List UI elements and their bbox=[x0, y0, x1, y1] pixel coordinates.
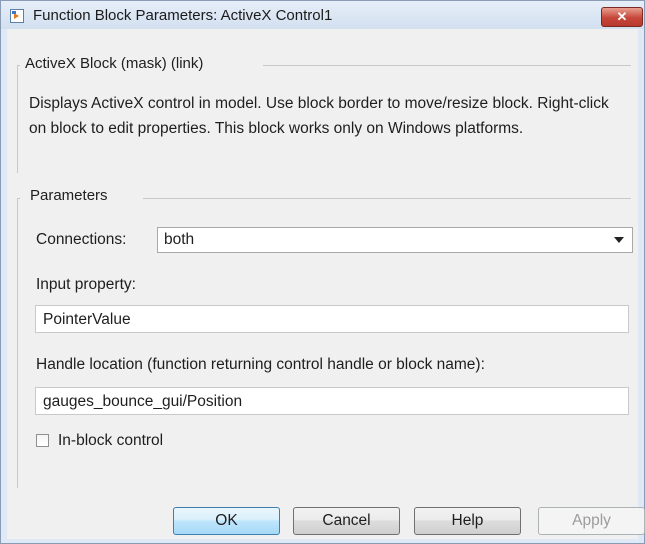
cancel-button[interactable]: Cancel bbox=[293, 507, 400, 535]
ok-button[interactable]: OK bbox=[173, 507, 280, 535]
window-title: Function Block Parameters: ActiveX Contr… bbox=[33, 7, 333, 24]
handle-location-field[interactable]: gauges_bounce_gui/Position bbox=[35, 387, 629, 415]
block-group-label: ActiveX Block (mask) (link) bbox=[22, 55, 207, 72]
handle-location-label: Handle location (function returning cont… bbox=[36, 356, 485, 373]
chevron-down-icon bbox=[614, 237, 624, 243]
block-group-border-left bbox=[17, 65, 18, 173]
connections-value: both bbox=[164, 231, 195, 248]
block-description: Displays ActiveX control in model. Use b… bbox=[29, 95, 609, 137]
input-property-value: PointerValue bbox=[43, 311, 131, 328]
title-bar[interactable]: Function Block Parameters: ActiveX Contr… bbox=[1, 1, 644, 29]
dialog-window: Function Block Parameters: ActiveX Contr… bbox=[0, 0, 645, 544]
input-property-field[interactable]: PointerValue bbox=[35, 305, 629, 333]
in-block-control-label[interactable]: In-block control bbox=[58, 432, 163, 450]
close-icon: ✕ bbox=[616, 9, 628, 24]
handle-location-value: gauges_bounce_gui/Position bbox=[43, 393, 243, 410]
connections-select[interactable]: both bbox=[157, 227, 633, 253]
in-block-control-checkbox[interactable] bbox=[36, 434, 49, 447]
input-property-label: Input property: bbox=[36, 276, 136, 293]
parameters-group-border-left bbox=[17, 198, 18, 488]
connections-label: Connections: bbox=[36, 231, 127, 248]
help-button[interactable]: Help bbox=[414, 507, 521, 535]
close-button[interactable]: ✕ bbox=[601, 7, 643, 27]
parameters-group-label: Parameters bbox=[27, 187, 111, 204]
simulink-block-icon bbox=[10, 9, 24, 23]
apply-button[interactable]: Apply bbox=[538, 507, 645, 535]
parameters-group-border-top-right bbox=[143, 198, 631, 199]
block-group-border-top-right bbox=[263, 65, 631, 66]
